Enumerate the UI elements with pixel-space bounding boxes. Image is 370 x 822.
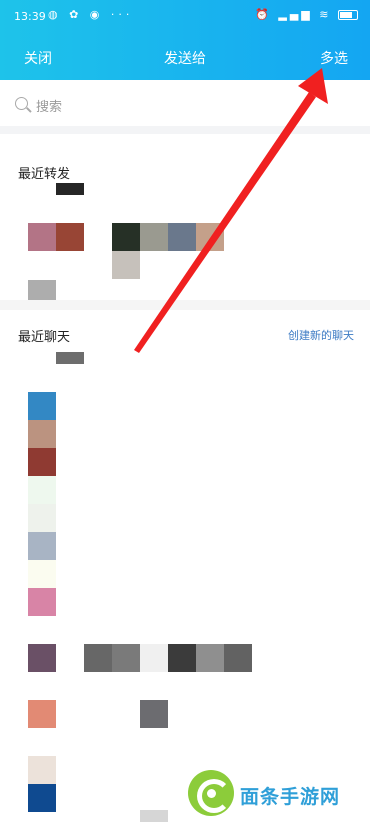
alarm-icon: ⏰ <box>255 8 272 21</box>
avatar[interactable] <box>28 392 56 420</box>
avatar[interactable] <box>196 223 224 251</box>
avatar[interactable] <box>112 223 140 251</box>
avatar[interactable] <box>28 784 56 812</box>
contact-name-blurred <box>140 644 168 672</box>
contact-name-blurred <box>56 352 84 364</box>
wifi-icon: ≋ <box>319 8 332 21</box>
battery-icon <box>338 10 358 20</box>
avatar[interactable] <box>28 448 56 476</box>
avatar[interactable] <box>28 223 56 251</box>
avatar[interactable] <box>28 420 56 448</box>
recent-forward-title: 最近转发 <box>18 167 71 182</box>
watermark-text: 面条手游网 <box>240 786 341 808</box>
contact-name-blurred <box>56 183 84 195</box>
create-new-chat-link[interactable]: 创建新的聊天 <box>288 327 354 343</box>
avatar[interactable] <box>28 756 56 784</box>
multi-select-button[interactable]: 多选 <box>320 48 348 68</box>
status-bar: 13:39 ◍ ✿ ◉ ··· ⏰ ▂▄▆ ≋ <box>0 0 370 30</box>
status-left-icons: ◍ ✿ ◉ ··· <box>48 8 134 21</box>
contact-name-blurred <box>140 810 168 822</box>
section-divider <box>0 300 370 310</box>
avatar[interactable] <box>28 560 56 588</box>
contact-name-blurred <box>224 644 252 672</box>
more-dots-icon: ··· <box>110 8 134 21</box>
contact-name-blurred <box>84 644 112 672</box>
contact-name-blurred <box>196 644 224 672</box>
search-input[interactable]: 搜索 <box>36 96 62 115</box>
search-icon <box>15 97 28 110</box>
contact-name-blurred <box>140 700 168 728</box>
avatar[interactable] <box>168 223 196 251</box>
avatar[interactable] <box>56 223 84 251</box>
avatar[interactable] <box>140 223 168 251</box>
contact-name-blurred <box>112 251 140 279</box>
avatar[interactable] <box>28 504 56 532</box>
avatar[interactable] <box>28 476 56 504</box>
avatar[interactable] <box>28 588 56 616</box>
avatar[interactable] <box>28 532 56 560</box>
page-title: 发送给 <box>164 51 206 67</box>
contact-name-blurred <box>112 644 140 672</box>
signal-icon: ▂▄▆ <box>278 8 313 21</box>
search-bar[interactable]: 搜索 <box>0 80 370 134</box>
status-time: 13:39 <box>14 10 46 23</box>
avatar[interactable] <box>28 700 56 728</box>
watermark: 面条手游网 <box>188 768 363 820</box>
header-bar: 13:39 ◍ ✿ ◉ ··· ⏰ ▂▄▆ ≋ 关闭 发送给 多选 <box>0 0 370 80</box>
navigation-bar: 关闭 发送给 多选 <box>0 38 370 74</box>
watermark-logo-icon <box>188 770 234 816</box>
status-right-icons: ⏰ ▂▄▆ ≋ <box>255 8 358 21</box>
recent-chats-title: 最近聊天 <box>18 330 71 345</box>
avatar[interactable] <box>28 644 56 672</box>
contact-name-blurred <box>168 644 196 672</box>
